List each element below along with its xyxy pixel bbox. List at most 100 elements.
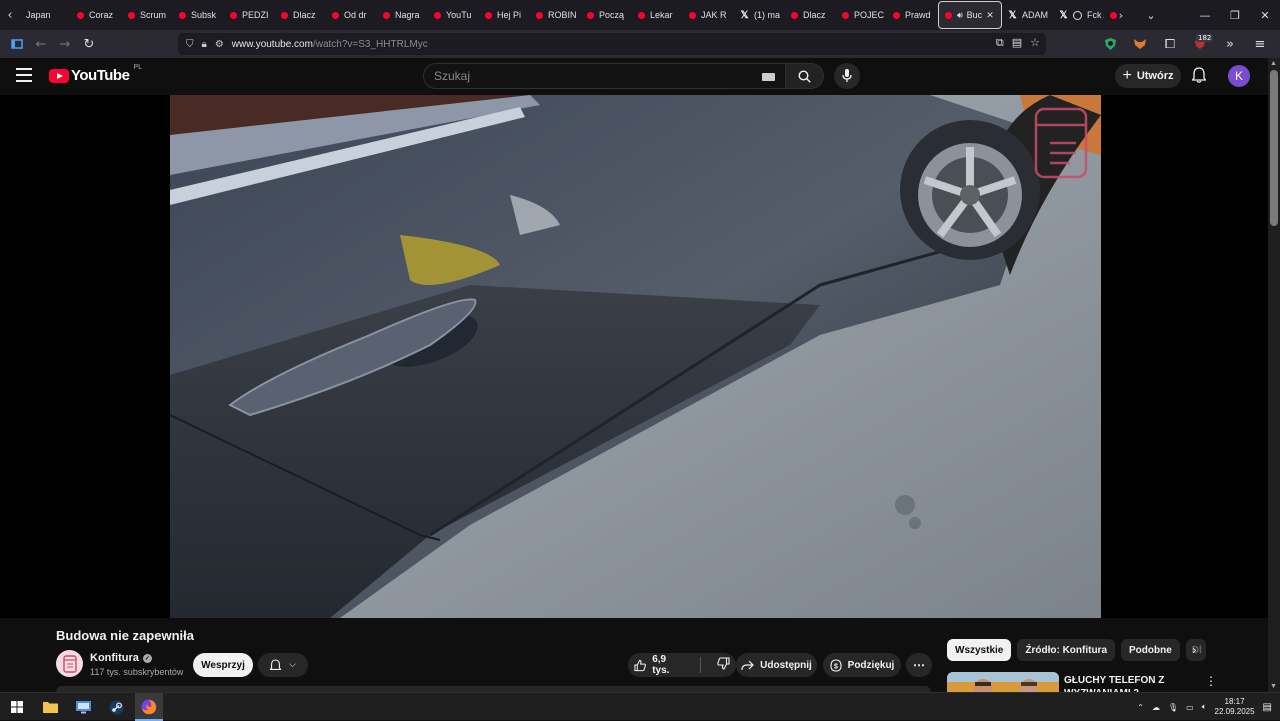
- filter-chip[interactable]: Podobne: [1121, 639, 1180, 661]
- youtube-favicon-icon: [128, 11, 135, 19]
- recommended-more-icon[interactable]: ⋮: [1205, 674, 1217, 688]
- browser-tab[interactable]: Począ: [581, 1, 632, 29]
- thanks-button[interactable]: $ Podziękuj: [823, 653, 901, 677]
- like-button[interactable]: 6,9 tys.: [634, 654, 684, 676]
- browser-tab-label: YouTu: [446, 10, 472, 20]
- chips-next-arrow-icon[interactable]: ›: [1192, 643, 1197, 657]
- overflow-chevrons-icon[interactable]: »: [1218, 32, 1242, 56]
- browser-tab[interactable]: Lekar: [632, 1, 683, 29]
- clock[interactable]: 18:17 22.09.2025: [1215, 697, 1255, 717]
- lock-icon[interactable]: 🔒︎: [202, 39, 207, 50]
- browser-tab[interactable]: YouTu: [428, 1, 479, 29]
- dislike-button[interactable]: [717, 657, 730, 673]
- reader-view-icon[interactable]: ▤: [1012, 36, 1022, 50]
- video-player[interactable]: [170, 95, 1101, 618]
- sidebar-toggle-icon[interactable]: [5, 32, 29, 56]
- firefox-icon[interactable]: [139, 697, 159, 717]
- adblock-extension-icon[interactable]: 182: [1188, 32, 1214, 56]
- browser-tab[interactable]: 𝕏 ADAM: [1002, 1, 1053, 29]
- tracking-shield-icon[interactable]: ⛉: [186, 39, 194, 50]
- minimize-icon[interactable]: —: [1190, 9, 1220, 22]
- browser-tab[interactable]: PEDZI: [224, 1, 275, 29]
- picture-in-picture-icon[interactable]: ⧉: [996, 36, 1004, 50]
- filter-chip[interactable]: Wszystkie: [947, 639, 1012, 661]
- subscription-notifications-button[interactable]: ⌵: [258, 653, 308, 677]
- scroll-up-arrow-icon[interactable]: ▲: [1270, 60, 1277, 67]
- tabs-scroll-right-icon[interactable]: ›: [1106, 9, 1136, 22]
- onedrive-icon[interactable]: ☁: [1152, 703, 1160, 712]
- create-button[interactable]: + Utwórz: [1115, 64, 1181, 88]
- notifications-center-icon[interactable]: ▤: [1263, 702, 1272, 713]
- browser-tab[interactable]: Scrum: [122, 1, 173, 29]
- account-avatar[interactable]: K: [1228, 65, 1250, 87]
- recommended-video-thumbnail[interactable]: [947, 672, 1059, 692]
- browser-tab[interactable]: POJEC: [836, 1, 887, 29]
- reload-icon[interactable]: ↻: [77, 32, 101, 56]
- bookmark-star-icon[interactable]: ☆: [1030, 36, 1040, 50]
- like-dislike-bar: 6,9 tys.: [628, 653, 736, 677]
- more-actions-button[interactable]: ⋯: [906, 653, 932, 677]
- recommended-video-title[interactable]: GŁUCHY TELEFON Z WYZWANIAMI 2: [1064, 674, 1184, 692]
- browser-tab[interactable]: Coraz: [71, 1, 122, 29]
- browser-tab[interactable]: Dlacz: [275, 1, 326, 29]
- support-button[interactable]: Wesprzyj: [193, 653, 253, 677]
- browser-tab[interactable]: Hej Pi: [479, 1, 530, 29]
- app-menu-icon[interactable]: ≡: [1248, 32, 1272, 56]
- tray-overflow-icon[interactable]: ⌃: [1137, 703, 1144, 712]
- page-scrollbar[interactable]: ▲ ▼: [1268, 58, 1280, 692]
- browser-tab[interactable]: 𝕏 Fck Ar: [1053, 1, 1104, 29]
- windows-start-icon[interactable]: [7, 697, 27, 717]
- steam-icon[interactable]: [106, 697, 126, 717]
- browser-tab[interactable]: 𝕏 (1) ma: [734, 1, 785, 29]
- network-icon[interactable]: ▭: [1186, 703, 1194, 712]
- guide-menu-icon[interactable]: [16, 68, 32, 82]
- youtube-header: YouTube PL Szukaj + Utwórz K: [0, 58, 1268, 95]
- thumbs-up-icon: [634, 659, 646, 671]
- fox-extension-icon[interactable]: [1128, 32, 1152, 56]
- browser-tab[interactable]: Od dr: [326, 1, 377, 29]
- url-text[interactable]: www.youtube.com/watch?v=S3_HHTRLMyc: [232, 39, 428, 50]
- back-arrow-icon[interactable]: ←: [29, 32, 53, 56]
- voice-search-button[interactable]: [834, 63, 860, 89]
- jar-icon: [62, 654, 77, 673]
- pc-manager-icon[interactable]: [73, 697, 93, 717]
- search-button[interactable]: [786, 63, 824, 89]
- browser-tab[interactable]: Subsk: [173, 1, 224, 29]
- scroll-down-arrow-icon[interactable]: ▼: [1270, 683, 1277, 690]
- tabs-scroll-left-icon[interactable]: ‹: [0, 0, 20, 30]
- file-explorer-icon[interactable]: [40, 697, 60, 717]
- channel-avatar[interactable]: [56, 650, 83, 677]
- search-input[interactable]: Szukaj: [423, 63, 786, 89]
- vpn-shield-icon[interactable]: [1098, 32, 1122, 56]
- browser-tab[interactable]: ROBIN: [530, 1, 581, 29]
- notifications-bell-icon[interactable]: [1191, 67, 1207, 88]
- keyboard-icon[interactable]: [762, 73, 775, 81]
- browser-tab[interactable]: Prawd: [887, 1, 938, 29]
- filter-chip[interactable]: Źródło: Konfitura: [1017, 639, 1116, 661]
- chevron-down-icon: ⌵: [289, 660, 296, 670]
- browser-tab[interactable]: Nagra: [377, 1, 428, 29]
- maximize-icon[interactable]: ❐: [1220, 9, 1250, 22]
- volume-icon[interactable]: 🔈︎: [1202, 702, 1207, 712]
- scrollbar-thumb[interactable]: [1270, 70, 1278, 226]
- extensions-puzzle-icon[interactable]: ⧠: [1158, 32, 1182, 56]
- browser-tab[interactable]: 🔊︎ Buc ✕: [938, 1, 1002, 29]
- browser-tab[interactable]: JAK R: [683, 1, 734, 29]
- browser-tab-label: Scrum: [140, 10, 167, 20]
- thanks-dollar-icon: $: [830, 658, 842, 672]
- permissions-icon[interactable]: ⚙: [215, 39, 224, 50]
- share-button[interactable]: Udostępnij: [736, 653, 817, 677]
- browser-tab-label: ADAM: [1022, 10, 1049, 20]
- url-bar[interactable]: ⛉ 🔒︎ ⚙ www.youtube.com/watch?v=S3_HHTRLM…: [178, 33, 1046, 55]
- browser-tab-label: Prawd: [905, 10, 931, 20]
- browser-tab[interactable]: Dlacz: [785, 1, 836, 29]
- forward-arrow-icon[interactable]: →: [53, 32, 77, 56]
- channel-name[interactable]: Konfitura ✓: [90, 652, 152, 664]
- window-close-icon[interactable]: ✕: [1250, 9, 1280, 22]
- browser-tab[interactable]: Japan: [20, 1, 71, 29]
- microphone-tray-icon[interactable]: 🎙︎: [1168, 703, 1178, 712]
- tab-close-icon[interactable]: ✕: [986, 10, 994, 21]
- list-all-tabs-icon[interactable]: ⌄: [1136, 9, 1166, 22]
- youtube-logo[interactable]: YouTube PL: [49, 64, 142, 84]
- tab-audio-speaker-icon[interactable]: 🔊︎: [957, 10, 963, 21]
